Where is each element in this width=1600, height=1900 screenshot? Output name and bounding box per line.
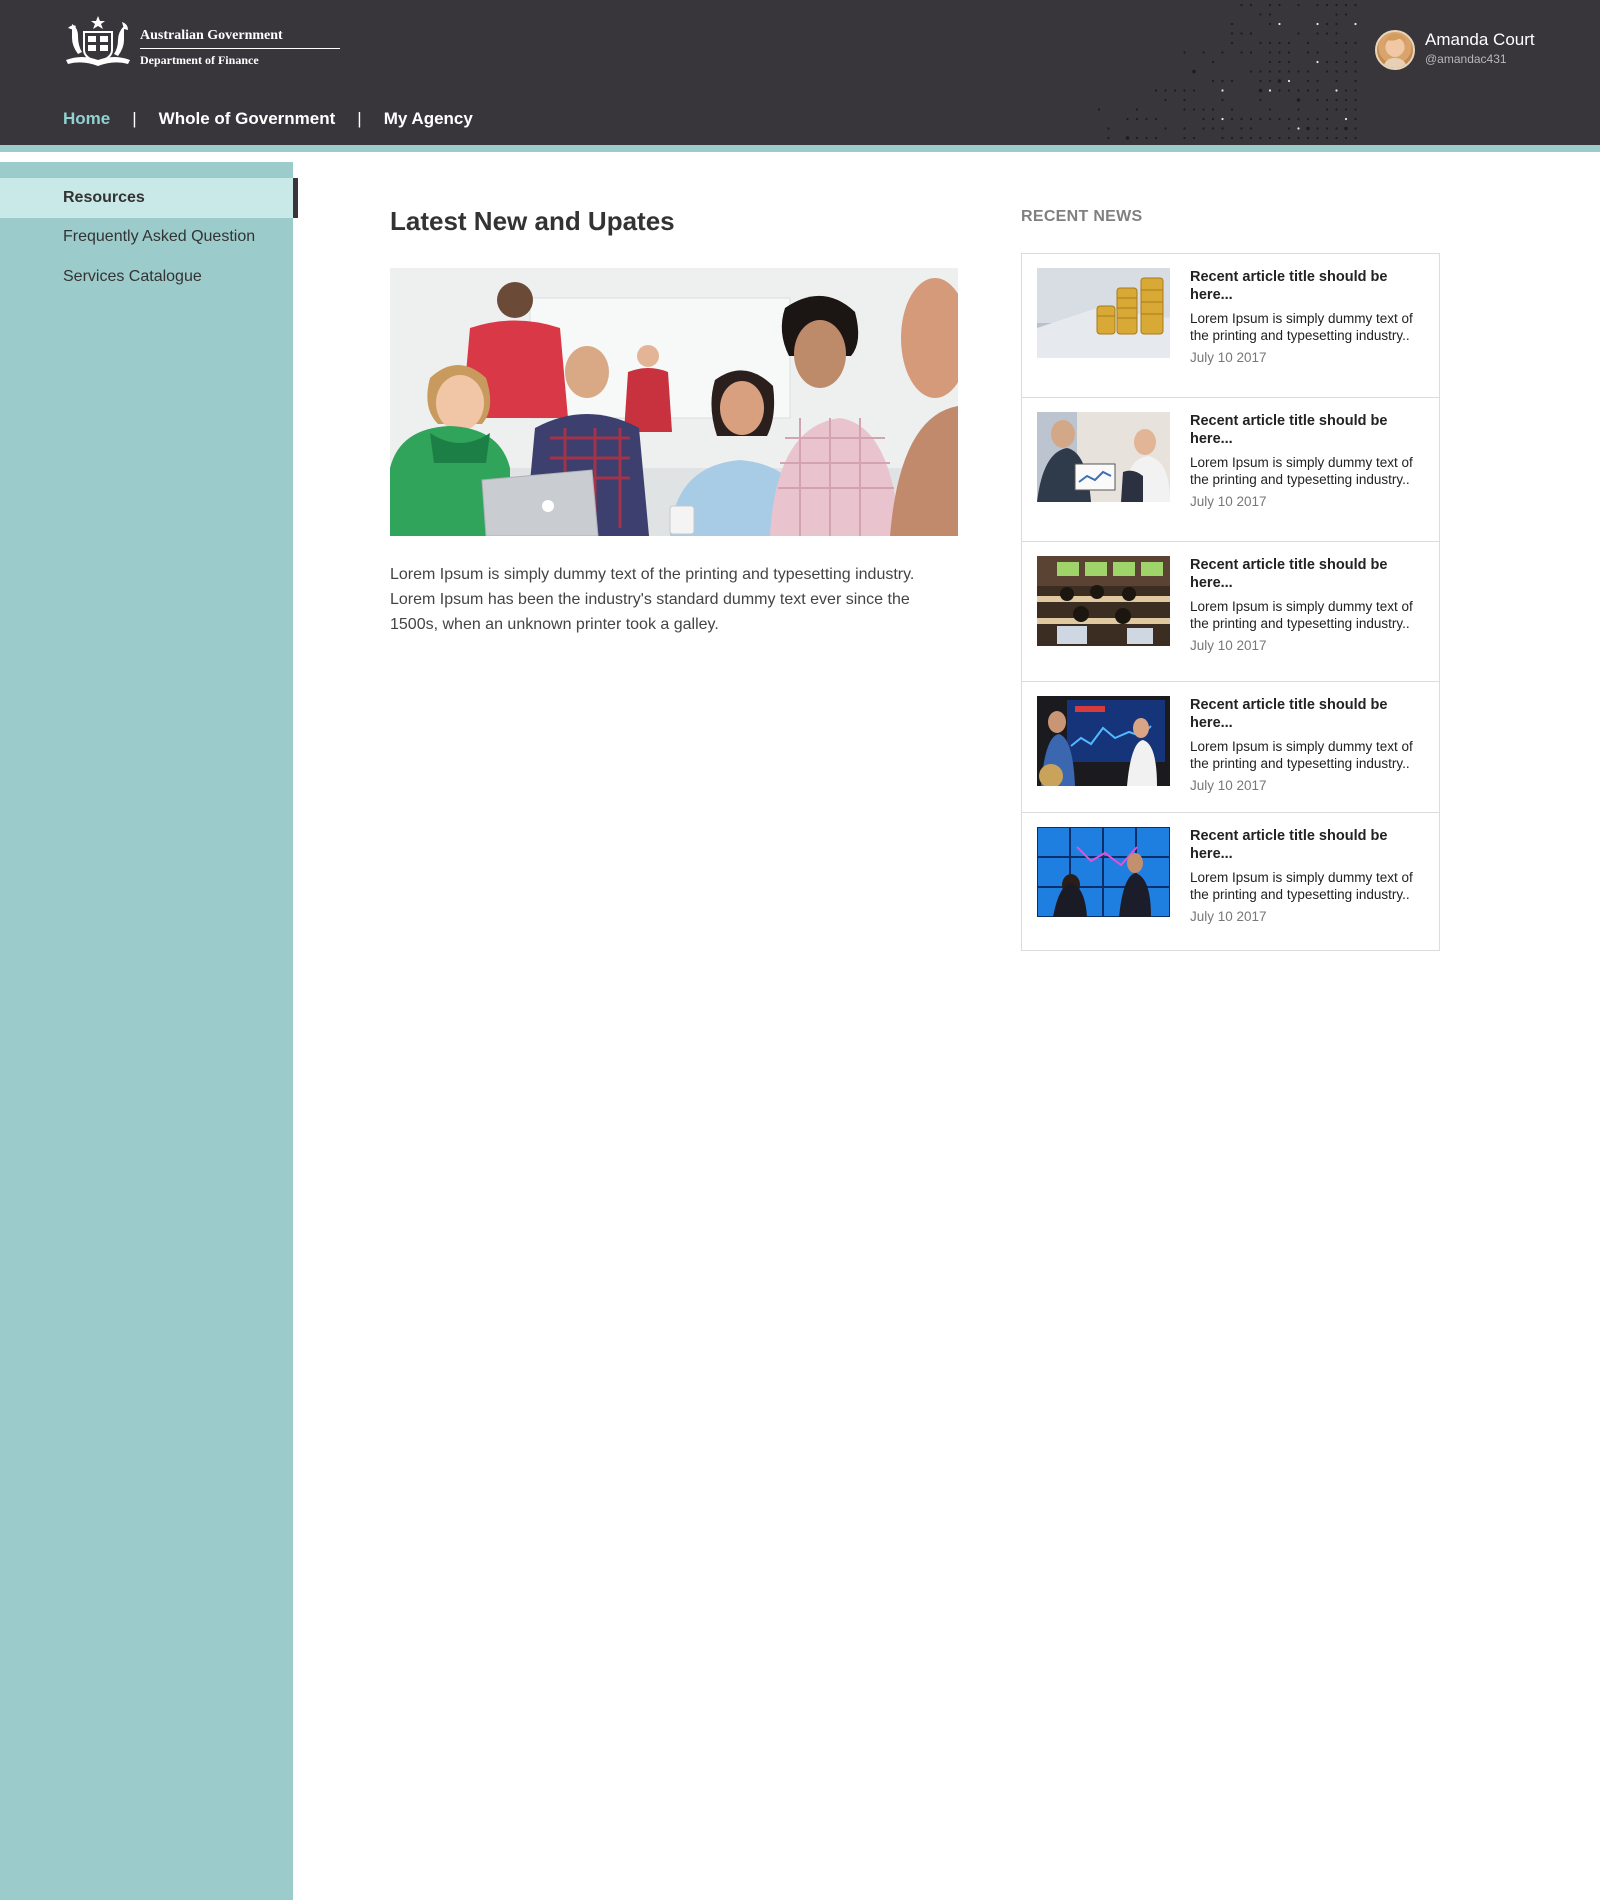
logo-department-text: Department of Finance (140, 53, 259, 67)
news-thumbnail-data-wall (1037, 827, 1170, 917)
news-title[interactable]: Recent article title should be here... (1190, 412, 1390, 448)
nav-whole-of-government[interactable]: Whole of Government (159, 109, 336, 129)
news-date: July 10 2017 (1190, 909, 1267, 924)
news-thumbnail-presentation-screen (1037, 696, 1170, 786)
news-thumbnail-gold-coins (1037, 268, 1170, 358)
news-excerpt: Lorem Ipsum is simply dummy text of the … (1190, 311, 1413, 343)
avatar[interactable] (1375, 30, 1415, 70)
news-item[interactable]: Recent article title should be here... L… (1022, 542, 1439, 682)
news-date: July 10 2017 (1190, 778, 1267, 793)
news-excerpt: Lorem Ipsum is simply dummy text of the … (1190, 870, 1413, 902)
news-date: July 10 2017 (1190, 638, 1267, 653)
news-title[interactable]: Recent article title should be here... (1190, 827, 1390, 863)
news-excerpt: Lorem Ipsum is simply dummy text of the … (1190, 739, 1413, 771)
logo-divider (140, 48, 340, 49)
hero-image (390, 268, 958, 536)
sidebar-item-faq[interactable]: Frequently Asked Question (0, 217, 293, 257)
news-excerpt: Lorem Ipsum is simply dummy text of the … (1190, 599, 1413, 631)
agency-logo[interactable]: Australian Government Department of Fina… (62, 14, 340, 72)
news-item[interactable]: Recent article title should be here... L… (1022, 682, 1439, 813)
news-date: July 10 2017 (1190, 350, 1267, 365)
nav-home[interactable]: Home (63, 109, 110, 129)
coat-of-arms-icon (66, 16, 130, 66)
news-thumbnail-control-room (1037, 556, 1170, 646)
header-accent-stripe (0, 145, 1600, 152)
intro-paragraph: Lorem Ipsum is simply dummy text of the … (390, 566, 915, 633)
nav-my-agency[interactable]: My Agency (384, 109, 473, 129)
decorative-dot-pattern (1097, 3, 1357, 140)
recent-news-list: Recent article title should be here... L… (1021, 253, 1440, 951)
page-title: Latest New and Upates (390, 206, 675, 236)
sidebar: Resources Frequently Asked Question Serv… (0, 162, 298, 1900)
news-title[interactable]: Recent article title should be here... (1190, 696, 1390, 732)
site-header: Australian Government Department of Fina… (0, 0, 1600, 145)
recent-news-heading: RECENT NEWS (1021, 208, 1143, 225)
news-item[interactable]: Recent article title should be here... L… (1022, 813, 1439, 950)
news-thumbnail-people-with-tablet (1037, 412, 1170, 502)
news-item[interactable]: Recent article title should be here... L… (1022, 254, 1439, 398)
news-date: July 10 2017 (1190, 494, 1267, 509)
sidebar-item-resources[interactable]: Resources (0, 178, 298, 218)
news-item[interactable]: Recent article title should be here... L… (1022, 398, 1439, 542)
logo-government-text: Australian Government (140, 28, 283, 43)
main-nav: Home | Whole of Government | My Agency (63, 108, 473, 130)
user-handle: @amandac431 (1425, 52, 1507, 66)
news-title[interactable]: Recent article title should be here... (1190, 556, 1390, 592)
news-excerpt: Lorem Ipsum is simply dummy text of the … (1190, 455, 1413, 487)
nav-separator: | (357, 109, 362, 128)
sidebar-item-services-catalogue[interactable]: Services Catalogue (0, 257, 293, 297)
nav-separator: | (132, 109, 137, 128)
user-name: Amanda Court (1425, 30, 1535, 49)
news-title[interactable]: Recent article title should be here... (1190, 268, 1390, 304)
